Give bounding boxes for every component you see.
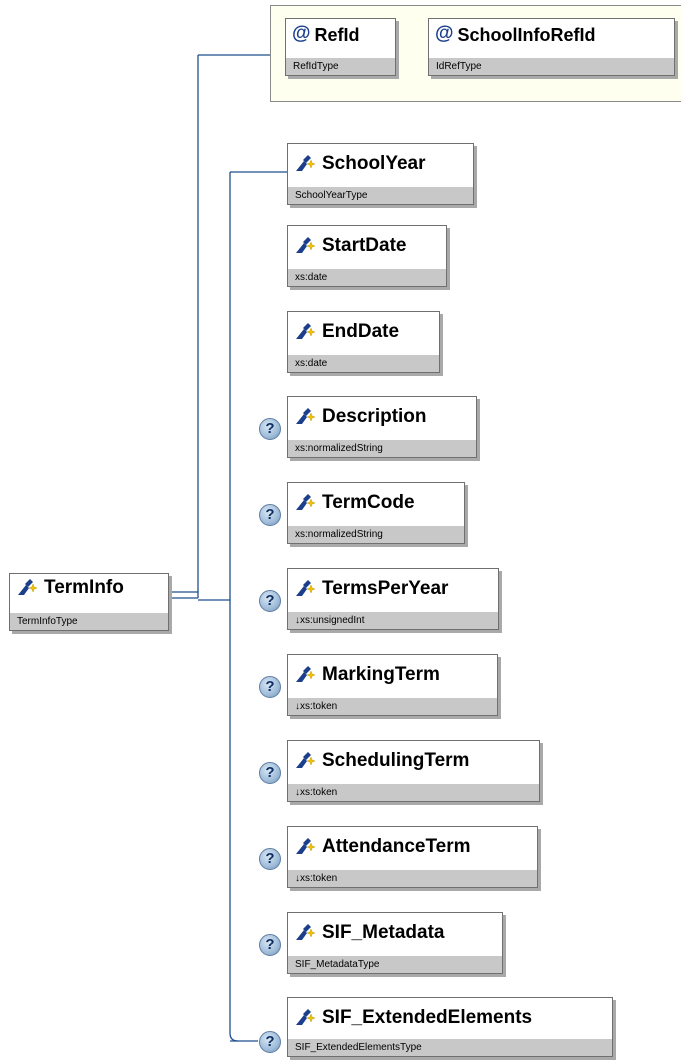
element-type: SIF_MetadataType bbox=[288, 956, 502, 973]
element-name: TermCode bbox=[322, 492, 415, 513]
attribute-refid[interactable]: @ RefId RefIdType bbox=[285, 18, 396, 76]
question-mark-icon: ? bbox=[259, 1031, 281, 1053]
element-name: SchoolYear bbox=[322, 153, 426, 174]
element-icon bbox=[296, 494, 316, 510]
element-icon bbox=[296, 752, 316, 768]
element-icon bbox=[296, 838, 316, 854]
element-name: AttendanceTerm bbox=[322, 836, 471, 857]
element-icon bbox=[296, 924, 316, 940]
question-mark-icon: ? bbox=[259, 418, 281, 440]
question-mark-icon: ? bbox=[259, 934, 281, 956]
element-name: StartDate bbox=[322, 235, 407, 256]
question-mark-icon: ? bbox=[259, 762, 281, 784]
element-name: Description bbox=[322, 406, 427, 427]
element-startdate[interactable]: StartDate xs:date bbox=[287, 225, 447, 287]
root-element-terminfo[interactable]: TermInfo TermInfoType bbox=[9, 573, 169, 631]
element-icon bbox=[296, 666, 316, 682]
attribute-name: RefId bbox=[314, 24, 360, 45]
element-type: ↓xs:token bbox=[288, 698, 497, 715]
element-termcode[interactable]: TermCode xs:normalizedString bbox=[287, 482, 465, 544]
element-icon bbox=[296, 323, 316, 339]
element-type: xs:date bbox=[288, 355, 439, 372]
element-icon bbox=[296, 580, 316, 596]
element-name: TermInfo bbox=[44, 577, 124, 598]
attribute-name: SchoolInfoRefId bbox=[457, 24, 596, 45]
attribute-type: IdRefType bbox=[429, 58, 674, 75]
element-name: MarkingTerm bbox=[322, 664, 440, 685]
element-name: SchedulingTerm bbox=[322, 750, 470, 771]
element-attendanceterm[interactable]: AttendanceTerm ↓xs:token bbox=[287, 826, 538, 888]
element-name: EndDate bbox=[322, 321, 400, 342]
element-termsperyear[interactable]: TermsPerYear ↓xs:unsignedInt bbox=[287, 568, 499, 630]
element-markingterm[interactable]: MarkingTerm ↓xs:token bbox=[287, 654, 498, 716]
element-icon bbox=[296, 408, 316, 424]
element-type: ↓xs:unsignedInt bbox=[288, 612, 498, 629]
at-sign-icon: @ bbox=[292, 22, 311, 44]
element-name: TermsPerYear bbox=[322, 578, 449, 599]
element-icon bbox=[296, 1009, 316, 1025]
question-mark-icon: ? bbox=[259, 848, 281, 870]
element-sif-metadata[interactable]: SIF_Metadata SIF_MetadataType bbox=[287, 912, 503, 974]
question-mark-icon: ? bbox=[259, 590, 281, 612]
element-enddate[interactable]: EndDate xs:date bbox=[287, 311, 440, 373]
element-icon bbox=[296, 155, 316, 171]
at-sign-icon: @ bbox=[435, 22, 454, 44]
element-type: SchoolYearType bbox=[288, 187, 473, 204]
element-name: SIF_ExtendedElements bbox=[322, 1007, 533, 1028]
question-mark-icon: ? bbox=[259, 504, 281, 526]
element-description[interactable]: Description xs:normalizedString bbox=[287, 396, 477, 458]
element-type: xs:date bbox=[288, 269, 446, 286]
element-schedulingterm[interactable]: SchedulingTerm ↓xs:token bbox=[287, 740, 540, 802]
element-sif-extendedelements[interactable]: SIF_ExtendedElements SIF_ExtendedElement… bbox=[287, 997, 613, 1057]
element-type: TermInfoType bbox=[10, 613, 168, 630]
element-name: SIF_Metadata bbox=[322, 922, 445, 943]
question-mark-icon: ? bbox=[259, 676, 281, 698]
element-schoolyear[interactable]: SchoolYear SchoolYearType bbox=[287, 143, 474, 205]
element-type: ↓xs:token bbox=[288, 784, 539, 801]
element-type: xs:normalizedString bbox=[288, 440, 476, 457]
attribute-schoolinforefid[interactable]: @ SchoolInfoRefId IdRefType bbox=[428, 18, 675, 76]
element-icon bbox=[296, 237, 316, 253]
attribute-group: @ RefId RefIdType @ SchoolInfoRefId IdRe… bbox=[270, 5, 681, 102]
element-type: ↓xs:token bbox=[288, 870, 537, 887]
attribute-type: RefIdType bbox=[286, 58, 395, 75]
element-icon bbox=[18, 579, 38, 595]
element-type: xs:normalizedString bbox=[288, 526, 464, 543]
element-type: SIF_ExtendedElementsType bbox=[288, 1039, 612, 1056]
